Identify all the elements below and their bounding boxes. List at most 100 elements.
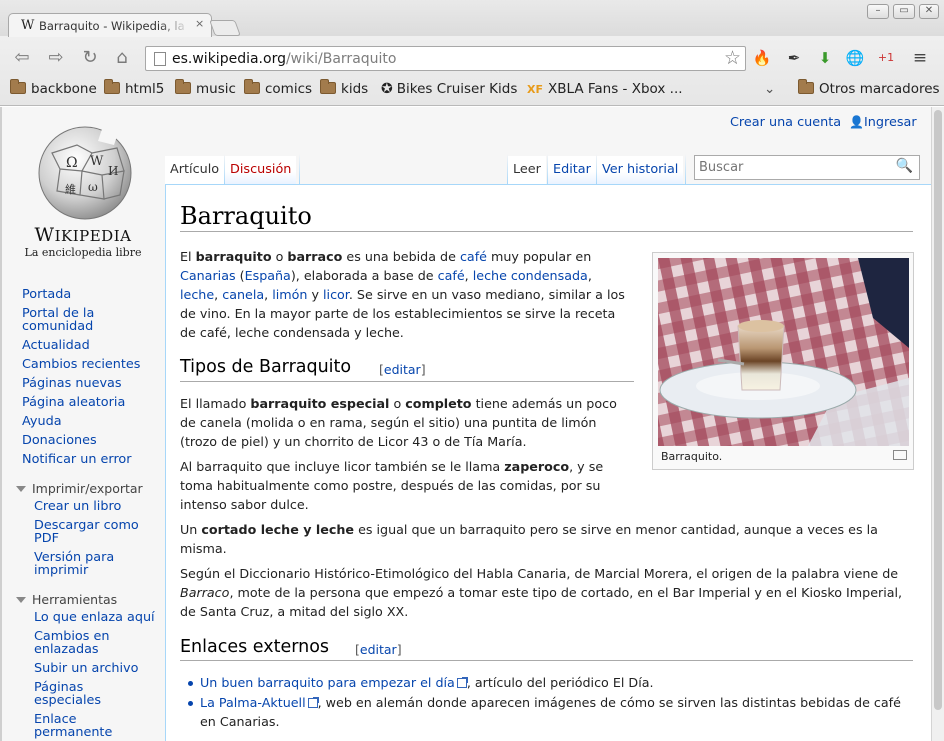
sidebar-item-version-imprimir-2[interactable]: imprimir [34,564,88,577]
link-cafe[interactable]: café [460,249,487,264]
link-canela[interactable]: canela [222,287,264,302]
bookmark-kids[interactable]: kids [320,79,368,100]
link-espana[interactable]: España [245,268,291,283]
bookmark-backbone[interactable]: backbone [10,79,97,100]
wikipedia-wordmark: WIKIPEDIA [2,224,164,246]
maximize-button[interactable]: ▭ [893,4,915,19]
section-heading-enlaces: Enlaces externos [180,637,330,657]
minimize-button[interactable]: – [867,4,889,19]
edit-section-tipos[interactable]: [editar] [379,362,426,377]
wikipedia-globe-logo[interactable]: Ω W И 維 ω [32,123,138,223]
close-window-button[interactable]: ✕ [919,4,939,19]
search-input[interactable] [699,159,889,176]
sidebar-item-lo-que-enlaza[interactable]: Lo que enlaza aquí [34,611,155,624]
sidebar-item-descargar-pdf-2[interactable]: PDF [34,532,59,545]
google-plus-extension-icon[interactable]: +1 [876,48,896,68]
svg-text:W: W [90,154,104,169]
forward-arrow-icon[interactable]: ⇨ [44,46,68,70]
edit-section-enlaces[interactable]: [editar] [355,642,402,657]
barraquito-photo[interactable] [658,258,909,446]
list-item: La Palma-Aktuell , web en alemán donde ap… [200,693,915,731]
tab-separator [299,154,300,184]
sidebar-item-portada[interactable]: Portada [22,288,71,301]
sidebar-section-label: Imprimir/exportar [32,481,143,496]
sidebar-item-donaciones[interactable]: Donaciones [22,434,97,447]
sidebar-item-pagina-aleatoria[interactable]: Página aleatoria [22,396,125,409]
sidebar-item-ayuda[interactable]: Ayuda [22,415,62,428]
bookmark-comics[interactable]: comics [244,79,312,100]
sidebar-section-tools[interactable]: Herramientas [16,592,117,607]
menu-icon[interactable]: ≡ [910,48,930,68]
tab-article[interactable]: Artículo [165,156,225,184]
external-link-eldia[interactable]: Un buen barraquito para empezar el día [200,675,455,690]
tab-read[interactable]: Leer [508,156,546,184]
sidebar-section-print[interactable]: Imprimir/exportar [16,481,143,496]
login-link[interactable]: Ingresar [864,115,917,130]
browser-tab[interactable]: W Barraquito - Wikipedia, la enciclopedi… [8,13,212,37]
link-cafe[interactable]: café [438,268,465,283]
back-arrow-icon[interactable]: ⇦ [10,46,34,70]
text: ( [235,268,245,283]
other-bookmarks-label: Otros marcadores [819,81,940,97]
firefox-extension-icon[interactable]: 🔥 [752,48,772,68]
bookmark-music[interactable]: music [175,79,236,100]
eyedropper-extension-icon[interactable]: ✒ [784,48,804,68]
tab-title: Barraquito - Wikipedia, la enciclopedia … [39,19,189,33]
url-path: /wiki/Barraquito [285,51,397,67]
bold-term: zaperoco [504,459,570,474]
text: , [264,287,273,302]
address-bar[interactable]: es.wikipedia.org/wiki/Barraquito ☆ [145,46,746,71]
search-box[interactable]: 🔍 [694,155,920,180]
edit-link[interactable]: editar [360,642,397,657]
bookmark-html5[interactable]: html5 [104,79,164,100]
globe-extension-icon[interactable]: 🌐 [845,48,865,68]
sidebar-item-cambios-enlazadas-2[interactable]: enlazadas [34,643,99,656]
bold-term: barraco [287,249,343,264]
sidebar-item-portal-2[interactable]: comunidad [22,320,93,333]
link-leche-condensada[interactable]: leche condensada [473,268,588,283]
link-leche[interactable]: leche [180,287,214,302]
bookmark-bikes[interactable]: ✪ Bikes Cruiser Kids [381,80,517,100]
scrollbar-thumb[interactable] [934,110,942,710]
edit-link[interactable]: editar [384,362,421,377]
bookmark-xbla[interactable]: XF XBLA Fans - Xbox ... [527,80,683,100]
home-icon[interactable]: ⌂ [110,46,134,70]
reload-icon[interactable]: ↻ [78,46,102,70]
wikipedia-favicon-icon: W [21,18,35,33]
tab-discussion[interactable]: Discusión [225,156,297,184]
link-licor[interactable]: licor [323,287,349,302]
download-extension-icon[interactable]: ⬇ [815,48,835,68]
vertical-scrollbar[interactable] [931,107,944,741]
enlarge-icon[interactable] [893,450,907,460]
bookmark-star-icon[interactable]: ☆ [724,47,741,69]
sidebar-item-crear-libro[interactable]: Crear un libro [34,500,121,513]
search-icon[interactable]: 🔍 [896,158,913,174]
bold-term: cortado leche y leche [201,522,355,537]
sidebar-item-actualidad[interactable]: Actualidad [22,339,90,352]
sidebar-item-notificar-error[interactable]: Notificar un error [22,453,132,466]
close-tab-icon[interactable]: × [195,17,204,30]
list-bullet [188,681,193,686]
new-tab-button[interactable] [209,20,241,36]
external-link-lapalma[interactable]: La Palma-Aktuell [200,695,306,710]
tab-edit[interactable]: Editar [548,156,596,184]
folder-icon [798,79,814,94]
create-account-link[interactable]: Crear una cuenta [730,115,841,130]
bookmarks-overflow-chevron-icon[interactable]: ⌄ [764,80,775,100]
svg-text:Ω: Ω [66,155,78,171]
sidebar-item-enlace-permanente-2[interactable]: permanente [34,726,112,739]
sidebar-item-subir-archivo[interactable]: Subir un archivo [34,662,138,675]
sidebar-item-paginas-especiales-2[interactable]: especiales [34,694,101,707]
folder-icon [320,79,336,94]
external-link-icon [307,697,319,708]
text: Un [180,522,202,537]
tab-history[interactable]: Ver historial [597,156,684,184]
tab-strip: W Barraquito - Wikipedia, la enciclopedi… [0,0,944,37]
text: El [180,249,196,264]
other-bookmarks[interactable]: Otros marcadores [798,79,940,100]
sidebar-item-paginas-nuevas[interactable]: Páginas nuevas [22,377,122,390]
link-canarias[interactable]: Canarias [180,268,236,283]
link-limon[interactable]: limón [272,287,307,302]
list-item: Un buen barraquito para empezar el día , … [200,673,915,692]
sidebar-item-cambios-recientes[interactable]: Cambios recientes [22,358,140,371]
